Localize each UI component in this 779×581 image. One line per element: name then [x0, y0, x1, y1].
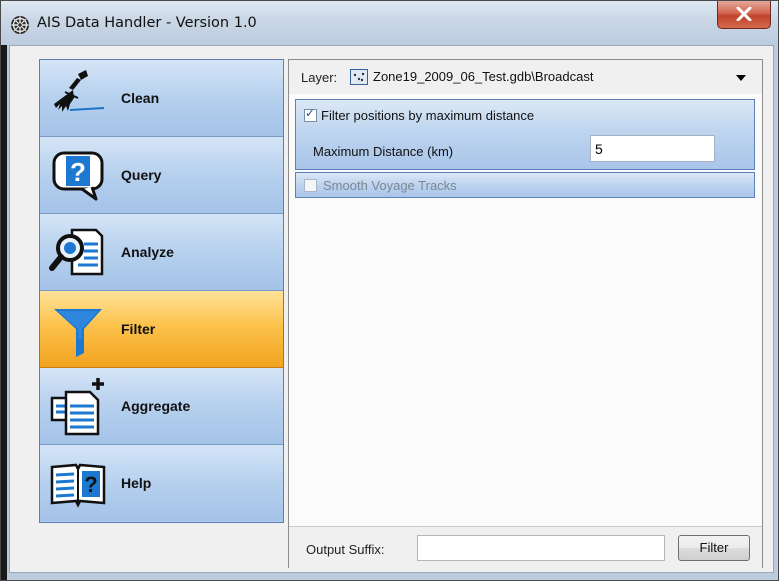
max-distance-input[interactable]	[590, 135, 715, 162]
question-bubble-icon: ?	[52, 151, 104, 201]
smooth-tracks-label: Smooth Voyage Tracks	[323, 178, 457, 193]
nav-item-aggregate[interactable]: Aggregate	[40, 368, 283, 445]
output-suffix-input[interactable]	[417, 535, 665, 561]
aggregate-documents-icon	[50, 378, 104, 436]
close-button[interactable]	[717, 1, 771, 29]
app-window: AIS Data Handler - Version 1.0 Clean ? Q…	[0, 0, 779, 581]
distance-filter-group: Filter positions by maximum distance Max…	[295, 99, 755, 170]
help-book-icon: ?	[50, 463, 106, 508]
layer-dropdown[interactable]: Zone19_2009_06_Test.gdb\Broadcast	[346, 66, 754, 88]
nav-label-query: Query	[121, 167, 162, 183]
filter-button[interactable]: Filter	[678, 535, 750, 561]
nav-label-help: Help	[121, 475, 152, 491]
nav-label-clean: Clean	[121, 90, 160, 106]
nav-label-aggregate: Aggregate	[121, 398, 191, 414]
footer-row: Output Suffix: Filter	[289, 526, 762, 568]
nav-item-clean[interactable]: Clean	[40, 60, 283, 137]
nav-item-query[interactable]: ? Query	[40, 137, 283, 214]
layer-label: Layer:	[301, 70, 338, 85]
smooth-tracks-group: Smooth Voyage Tracks	[295, 172, 755, 198]
svg-text:?: ?	[70, 157, 86, 187]
filter-panel: Layer: Zone19_2009_06_Test.gdb\Broadcast	[288, 59, 763, 568]
layer-row: Layer: Zone19_2009_06_Test.gdb\Broadcast	[289, 60, 762, 94]
nav-item-help[interactable]: ? Help	[40, 445, 283, 521]
smooth-tracks-checkbox[interactable]	[304, 179, 317, 192]
filter-distance-label: Filter positions by maximum distance	[321, 108, 535, 123]
broom-icon	[54, 70, 105, 112]
nav-item-filter[interactable]: Filter	[40, 291, 283, 368]
max-distance-label: Maximum Distance (km)	[313, 144, 454, 159]
window-title: AIS Data Handler - Version 1.0	[37, 15, 257, 31]
chevron-down-icon[interactable]	[736, 75, 746, 81]
nav-item-analyze[interactable]: Analyze	[40, 214, 283, 291]
left-edge	[1, 45, 7, 580]
nav-label-filter: Filter	[121, 321, 156, 337]
point-layer-icon	[350, 69, 368, 85]
app-icon	[11, 16, 29, 34]
client-area: Clean ? Query Analyze Filter Aggregate ?…	[9, 45, 774, 573]
filter-distance-checkbox[interactable]	[304, 106, 317, 122]
close-icon	[736, 7, 752, 21]
magnifier-document-icon	[49, 228, 104, 276]
nav-label-analyze: Analyze	[121, 244, 174, 260]
layer-value: Zone19_2009_06_Test.gdb\Broadcast	[373, 69, 594, 84]
output-suffix-label: Output Suffix:	[306, 542, 385, 557]
title-bar[interactable]: AIS Data Handler - Version 1.0	[1, 1, 778, 45]
svg-text:?: ?	[84, 472, 97, 497]
window-frame: Clean ? Query Analyze Filter Aggregate ?…	[1, 45, 778, 580]
nav-pane: Clean ? Query Analyze Filter Aggregate ?…	[39, 59, 284, 523]
funnel-icon	[54, 309, 102, 357]
